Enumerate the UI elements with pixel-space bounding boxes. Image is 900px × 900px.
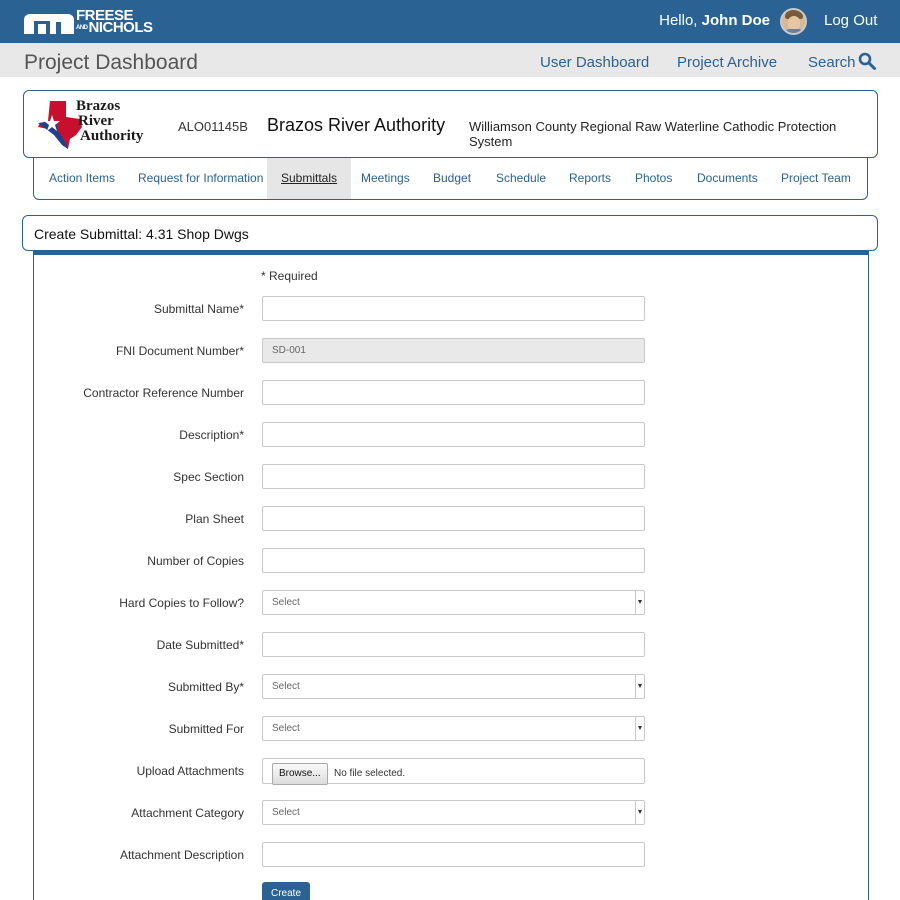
upload-attachments-label: Upload Attachments: [136, 764, 244, 778]
number-of-copies-label: Number of Copies: [147, 554, 244, 568]
date-submitted-label: Date Submitted*: [156, 638, 244, 652]
avatar[interactable]: [780, 8, 807, 35]
user-dashboard-link[interactable]: User Dashboard: [540, 54, 649, 71]
user-name: John Doe: [701, 12, 770, 29]
chevron-down-icon[interactable]: [635, 591, 644, 614]
form-title: Create Submittal: 4.31 Shop Dwgs: [34, 226, 249, 242]
client-logo-line-1: Brazos: [76, 98, 121, 114]
page-title: Project Dashboard: [24, 51, 198, 74]
hard-copies-to-follow-select[interactable]: Select: [262, 590, 645, 615]
sub-header: Project Dashboard User Dashboard Project…: [0, 43, 900, 77]
top-bar: FREESE ANDNICHOLS Hello, John Doe Log Ou…: [0, 0, 900, 43]
create-button[interactable]: Create: [262, 882, 310, 900]
project-archive-link[interactable]: Project Archive: [677, 54, 777, 71]
logo-wordmark: FREESE ANDNICHOLS: [76, 8, 154, 36]
logo-line-2: NICHOLS: [88, 18, 154, 36]
tab-request-for-information[interactable]: Request for Information: [138, 158, 263, 199]
client-logo-line-2: River: [78, 113, 114, 129]
description-input[interactable]: [262, 422, 645, 447]
project-description: Williamson County Regional Raw Waterline…: [469, 119, 837, 149]
plan-sheet-input[interactable]: [262, 506, 645, 531]
project-card: Brazos River Authority ALO01145B Brazos …: [23, 90, 878, 158]
submitted-by-label: Submitted By*: [167, 680, 244, 694]
number-of-copies-input[interactable]: [262, 548, 645, 573]
fni-document-number-label: FNI Document Number*: [115, 344, 244, 358]
project-code: ALO01145B: [178, 119, 248, 134]
tab-project-team[interactable]: Project Team: [781, 158, 851, 199]
submitted-for-select[interactable]: Select: [262, 716, 645, 741]
spec-section-label: Spec Section: [173, 470, 244, 484]
tab-schedule[interactable]: Schedule: [496, 158, 546, 199]
required-note: * Required: [261, 269, 318, 283]
greeting-text: Hello,: [659, 12, 698, 29]
attachment-category-select[interactable]: Select: [262, 800, 645, 825]
client-logo-line-3: Authority: [80, 128, 144, 144]
project-tabs: Action Items Request for Information Sub…: [33, 158, 868, 200]
attachment-description-label: Attachment Description: [119, 848, 244, 862]
project-client-name: Brazos River Authority: [267, 115, 446, 135]
hard-copies-to-follow-label: Hard Copies to Follow?: [119, 596, 244, 610]
chevron-down-icon[interactable]: [635, 801, 644, 824]
search-icon[interactable]: [858, 52, 876, 70]
attachment-category-label: Attachment Category: [131, 806, 244, 820]
submitted-for-label: Submitted For: [168, 722, 244, 736]
tab-meetings[interactable]: Meetings: [361, 158, 410, 199]
upload-attachments-field: Browse... No file selected.: [262, 758, 645, 785]
freese-nichols-logo[interactable]: FREESE ANDNICHOLS: [24, 8, 154, 36]
plan-sheet-label: Plan Sheet: [185, 512, 244, 526]
fni-document-number-input: SD-001: [262, 338, 645, 363]
description-label: Description*: [179, 428, 244, 442]
create-submittal-header: Create Submittal: 4.31 Shop Dwgs: [22, 215, 878, 251]
chevron-down-icon[interactable]: [635, 717, 644, 740]
tab-documents[interactable]: Documents: [697, 158, 758, 199]
browse-button[interactable]: Browse...: [272, 763, 328, 785]
attachment-description-input[interactable]: [262, 842, 645, 867]
logo-mark-icon: [24, 10, 74, 34]
tab-submittals[interactable]: Submittals: [267, 158, 352, 199]
tab-budget[interactable]: Budget: [433, 158, 471, 199]
hard-copies-selected-value: Select: [272, 597, 300, 608]
logo-and: AND: [76, 25, 88, 32]
submittal-name-input[interactable]: [262, 296, 645, 321]
submittal-name-label: Submittal Name*: [153, 302, 244, 316]
contractor-reference-number-input[interactable]: [262, 380, 645, 405]
submitted-by-select[interactable]: Select: [262, 674, 645, 699]
spec-section-input[interactable]: [262, 464, 645, 489]
file-status: No file selected.: [334, 768, 406, 779]
greeting: Hello, John Doe: [659, 12, 770, 29]
chevron-down-icon[interactable]: [635, 675, 644, 698]
search-link[interactable]: Search: [808, 54, 856, 71]
date-submitted-input[interactable]: [262, 632, 645, 657]
logout-link[interactable]: Log Out: [824, 12, 877, 29]
contractor-reference-number-label: Contractor Reference Number: [83, 386, 244, 400]
tab-photos[interactable]: Photos: [635, 158, 672, 199]
attachment-category-selected-value: Select: [272, 807, 300, 818]
client-logo-text: Brazos River Authority: [76, 99, 143, 144]
submitted-for-selected-value: Select: [272, 723, 300, 734]
tab-reports[interactable]: Reports: [569, 158, 611, 199]
submitted-by-selected-value: Select: [272, 681, 300, 692]
tab-action-items[interactable]: Action Items: [49, 158, 115, 199]
